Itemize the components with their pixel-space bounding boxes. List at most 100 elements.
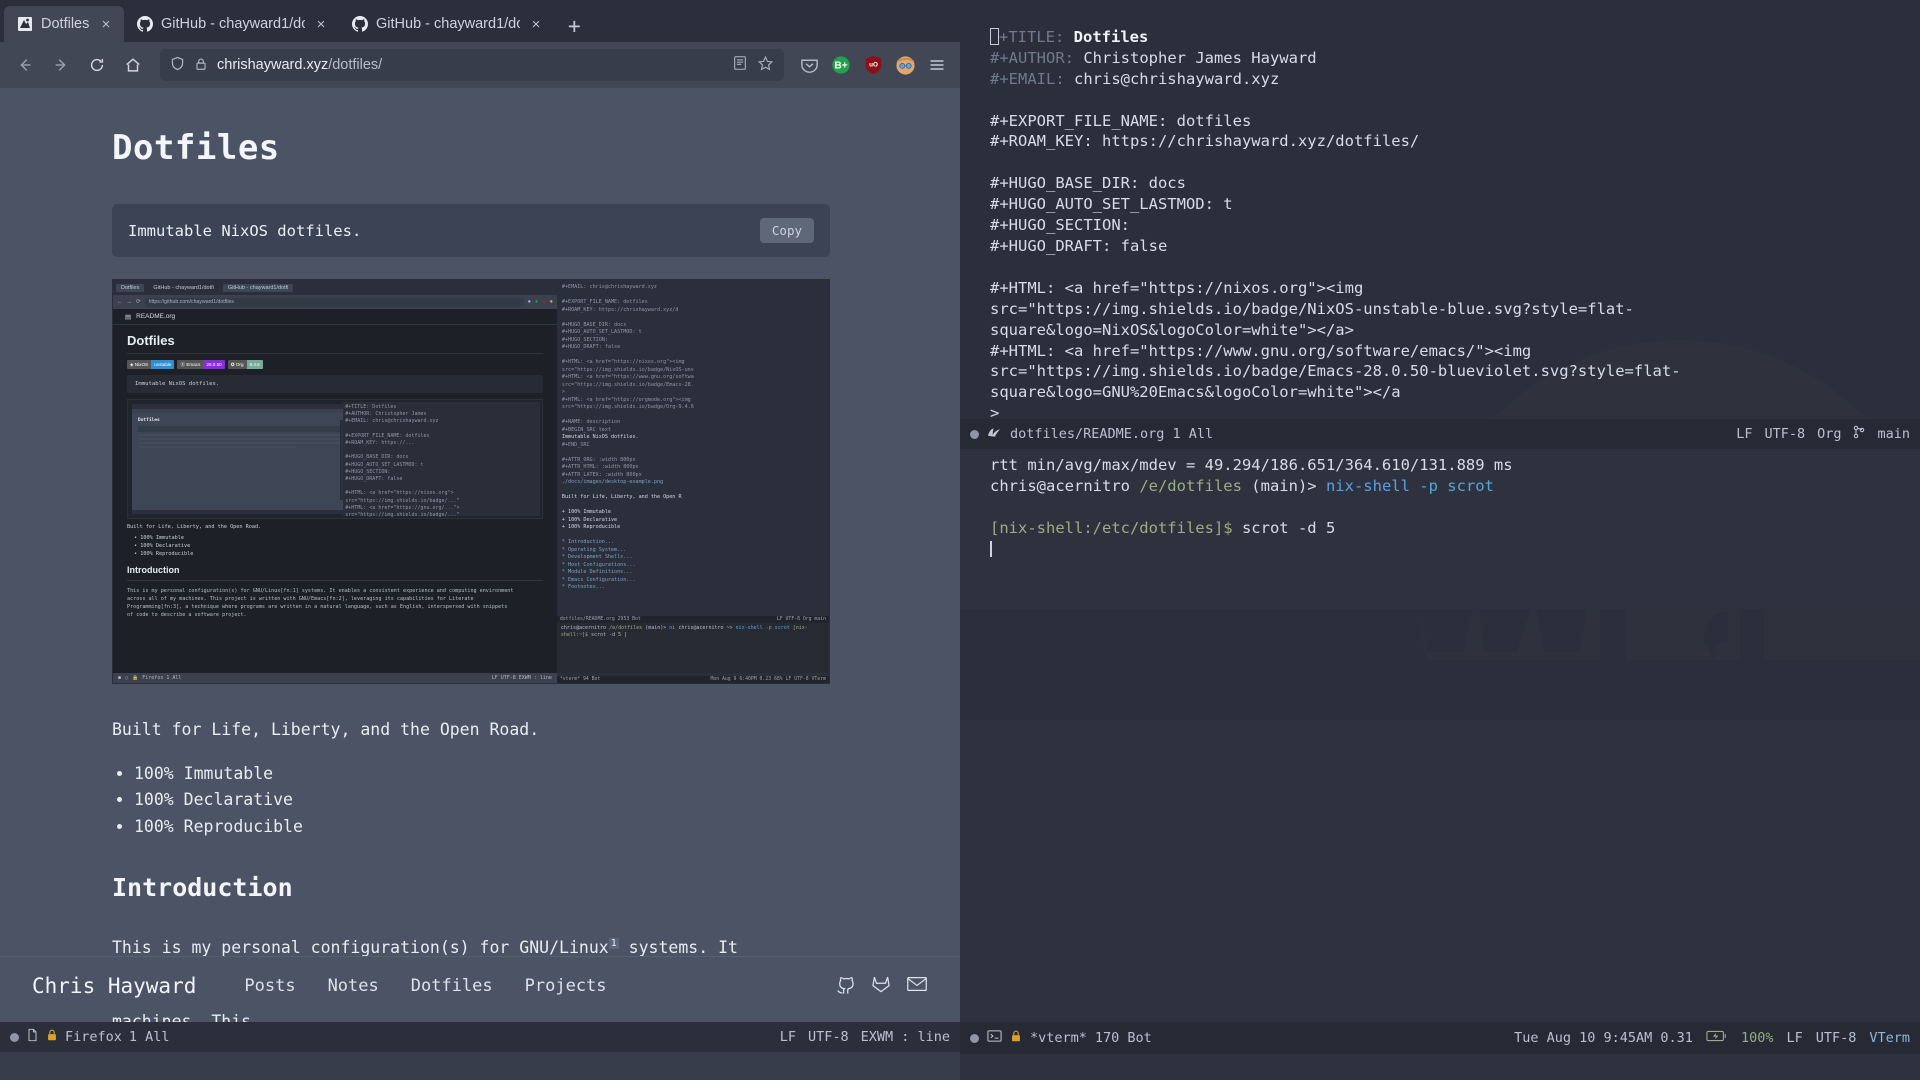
nested-dot-icon: ●: [118, 675, 122, 681]
forward-button[interactable]: [44, 49, 78, 81]
site-footer: Chris Hayward Posts Notes Dotfiles Proje…: [0, 956, 960, 1014]
org-buffer-name: dotfiles/README.org: [1010, 426, 1165, 442]
modified-dot-icon: [970, 1033, 979, 1043]
vterm-prompt-path: /e/dotfiles: [1139, 476, 1252, 495]
vterm-cursor: [990, 540, 992, 557]
vterm-prompt-2: [nix-shell:/etc/dotfiles]$: [990, 518, 1242, 537]
browser-toolbar: chrishayward.xyz/dotfiles/ B+ uO: [0, 42, 960, 88]
nested-screenshot: Dotfiles GitHub - chayward1/dotfi GitHub…: [113, 280, 829, 683]
nested-readme-content: Dotfiles ◈ NixOS unstable Ⓔ Emacs 28.0.50 …: [113, 325, 557, 627]
browser-tab-label-2: GitHub - chayward1/dotfi: [376, 16, 520, 32]
nested-ext-2: ●: [534, 299, 539, 305]
nested-ext-1: ●: [527, 299, 531, 305]
badge-org: ✪ Org 9.4.6: [227, 360, 263, 369]
org-modeline: dotfiles/README.org 1 All LF UTF-8 Org m…: [960, 419, 1920, 449]
nested-reload-icon: ⟳: [136, 299, 141, 305]
page-bullet-2: 100% Reproducible: [134, 814, 960, 841]
ublock-origin-icon[interactable]: uO: [858, 50, 888, 80]
new-tab-button[interactable]: +: [554, 10, 595, 42]
nested-org-modeline: dotfiles/README.org 2953 Bot LF UTF-8 Org…: [556, 616, 829, 623]
battery-charging-icon: [1706, 1029, 1728, 1047]
address-bar-text: chrishayward.xyz/dotfiles/: [217, 57, 723, 73]
vterm-position: 170 Bot: [1094, 1030, 1152, 1046]
description-code-text: Immutable NixOS dotfiles.: [128, 221, 362, 240]
github-favicon: [351, 16, 368, 33]
reader-mode-icon[interactable]: [732, 55, 748, 75]
org-buffer[interactable]: +TITLE: Dotfiles #+AUTHOR: Christopher J…: [960, 0, 1920, 419]
nav-link-projects[interactable]: Projects: [525, 976, 607, 996]
nested-ext-4: ●: [549, 299, 553, 305]
nested-lock-icon: 🔒: [132, 675, 139, 681]
browser-tab-close-1[interactable]: ×: [313, 16, 329, 33]
nested-tab-0: Dotfiles: [116, 283, 145, 292]
org-coding: UTF-8: [1764, 426, 1806, 442]
emacs-minibuffer[interactable]: [960, 1054, 1920, 1080]
gitlab-icon[interactable]: [870, 973, 892, 999]
browser-tab-close-2[interactable]: ×: [528, 16, 544, 33]
nested-page-title: Dotfiles: [127, 333, 175, 348]
nested-term-modeline: *vterm* 94 Bot Mon Aug 9 6:40PM 0.23 68% …: [556, 676, 829, 683]
github-icon[interactable]: [834, 973, 856, 999]
address-bar[interactable]: chrishayward.xyz/dotfiles/: [160, 49, 784, 81]
nested-bullets: • 100% Immutable • 100% Declarative • 10…: [127, 534, 543, 558]
web-page-viewport[interactable]: Dotfiles Immutable NixOS dotfiles. Copy …: [0, 88, 960, 1052]
org-eol: LF: [1736, 426, 1753, 442]
org-icon: [987, 425, 1002, 443]
firefox-window: Dotfiles × GitHub - chayward1/dotfi × Gi…: [0, 0, 960, 1080]
svg-text:uO: uO: [869, 61, 878, 68]
exwm-modeline-right: LF UTF-8 EXWM : line: [780, 1029, 950, 1045]
nested-bullet-1: • 100% Declarative: [134, 543, 191, 549]
reload-button[interactable]: [80, 49, 114, 81]
footnote-ref[interactable]: 1: [608, 938, 619, 950]
shield-icon: [170, 56, 185, 75]
browser-tab-label-1: GitHub - chayward1/dotfi: [161, 16, 305, 32]
email-icon[interactable]: [906, 974, 928, 998]
nested-back-icon: ←: [117, 299, 123, 305]
nav-link-dotfiles[interactable]: Dotfiles: [411, 976, 493, 996]
desktop-example-image: Dotfiles GitHub - chayward1/dotfi GitHub…: [112, 279, 830, 684]
exwm-modeline: Firefox 1 All LF UTF-8 EXWM : line: [0, 1022, 960, 1052]
url-path: /dotfiles/: [328, 57, 383, 73]
browser-tab-0[interactable]: Dotfiles ×: [4, 6, 124, 42]
copy-button[interactable]: Copy: [759, 218, 814, 243]
minibuffer[interactable]: [0, 1052, 960, 1080]
nested-firefox-modeline: ● ▯ 🔒 Firefox 1 All LF UTF-8 EXWM : line: [113, 673, 557, 683]
pocket-icon[interactable]: [794, 50, 824, 80]
social-links: [834, 973, 928, 999]
vterm-battery-pct: 100%: [1740, 1030, 1774, 1046]
badge-emacs: Ⓔ Emacs 28.0.50: [177, 360, 225, 369]
nested-tab-bar: Dotfiles GitHub - chayward1/dotfi GitHub…: [113, 280, 557, 295]
page-tagline: Built for Life, Liberty, and the Open Ro…: [112, 720, 540, 739]
bookmark-star-icon[interactable]: [757, 55, 774, 76]
org-modeline-right: LF UTF-8 Org main: [1736, 425, 1910, 443]
home-button[interactable]: [116, 49, 150, 81]
text-cursor: [990, 27, 999, 45]
browser-tab-1[interactable]: GitHub - chayward1/dotfi ×: [124, 6, 339, 42]
git-branch-icon: [1853, 425, 1865, 443]
desktop-screen: Dotfiles × GitHub - chayward1/dotfi × Gi…: [0, 0, 1920, 1080]
nested-rule: [127, 353, 543, 354]
lock-icon: [1010, 1029, 1022, 1047]
nested-tagline: Built for Life, Liberty, and the Open Ro…: [127, 524, 262, 530]
browser-tab-close-0[interactable]: ×: [98, 16, 114, 33]
exwm-coding: UTF-8: [807, 1029, 849, 1045]
vterm-buffer-name: *vterm*: [1030, 1030, 1087, 1046]
browser-tab-label-0: Dotfiles: [41, 16, 90, 32]
profile-avatar-icon[interactable]: [890, 50, 920, 80]
page-bullet-list: 100% Immutable 100% Declarative 100% Rep…: [112, 761, 960, 841]
modified-dot-icon: [10, 1032, 19, 1042]
hamburger-menu-icon[interactable]: [922, 50, 952, 80]
nested-emacs-org: #+EMAIL: chris@chrishayward.xyz #+EXPORT…: [561, 284, 694, 590]
site-brand[interactable]: Chris Hayward: [32, 974, 196, 998]
back-button[interactable]: [8, 49, 42, 81]
browser-tab-2[interactable]: GitHub - chayward1/dotfi ×: [339, 6, 554, 42]
vterm-rtt-line: rtt min/avg/max/mdev = 49.294/186.651/36…: [990, 456, 1513, 474]
nav-link-posts[interactable]: Posts: [244, 976, 295, 996]
vterm-buffer[interactable]: rtt min/avg/max/mdev = 49.294/186.651/36…: [960, 449, 1920, 609]
bitwarden-icon[interactable]: B+: [826, 50, 856, 80]
nested-file-icon: ▯: [125, 675, 129, 681]
svg-text:B+: B+: [834, 61, 847, 72]
nav-link-notes[interactable]: Notes: [328, 976, 379, 996]
description-source-block: Immutable NixOS dotfiles. Copy: [112, 204, 830, 257]
nested-vterm: chris@acernitro /e/dotfiles (main)> ni c…: [556, 623, 829, 673]
